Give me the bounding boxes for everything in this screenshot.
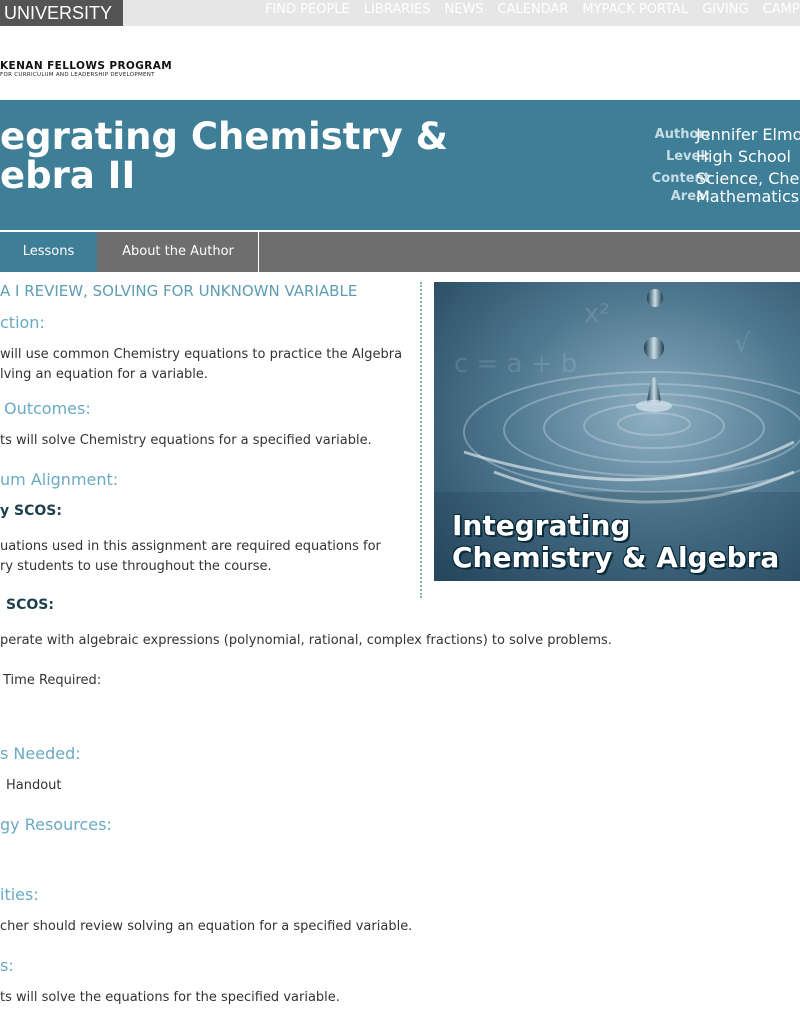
outcomes-text: ts will solve Chemistry equations for a … <box>0 433 372 448</box>
outcomes-heading: Outcomes: <box>4 399 91 418</box>
introduction-text-2: lving an equation for a variable. <box>0 367 209 382</box>
nav-campus[interactable]: CAMP <box>763 0 800 19</box>
activities-text: cher should review solving an equation f… <box>0 919 413 934</box>
logo-subtitle: FOR CURRICULUM AND LEADERSHIP DEVELOPMEN… <box>0 72 155 78</box>
image-caption-line1: Integrating <box>452 509 631 542</box>
time-required-label: Time Required: <box>3 673 102 688</box>
kenan-fellows-logo[interactable]: KENAN FELLOWS PROGRAM FOR CURRICULUM AND… <box>0 60 172 80</box>
nav-giving[interactable]: GIVING <box>702 0 748 19</box>
svg-text:c = a + b: c = a + b <box>454 349 577 379</box>
tab-about-the-author[interactable]: About the Author <box>98 232 259 272</box>
nav-mypack-portal[interactable]: MYPACK PORTAL <box>582 0 688 19</box>
nav-calendar[interactable]: CALENDAR <box>498 0 569 19</box>
nav-find-people[interactable]: FIND PEOPLE <box>265 0 350 19</box>
author-value: Jennifer Elmo <box>696 125 800 144</box>
image-caption-line2: Chemistry & Algebra <box>452 541 780 574</box>
lesson-image: c = a + b x² √ Integrating Chemistry & A… <box>434 282 800 581</box>
curriculum-header: egrating Chemistry & ebra II Author: Jen… <box>0 100 800 230</box>
section-text-last: ts will solve the equations for the spec… <box>0 990 340 1005</box>
page-title: egrating Chemistry & ebra II <box>0 117 520 195</box>
section-heading-last: s: <box>0 956 14 975</box>
svg-text:√: √ <box>734 329 751 359</box>
top-utility-bar: EUNIVERSITY FIND PEOPLE LIBRARIES NEWS CALE… <box>0 0 800 26</box>
top-navigation: FIND PEOPLE LIBRARIES NEWS CALENDAR MYPACK P… <box>265 0 800 26</box>
materials-text: Handout <box>6 778 62 793</box>
introduction-heading: ction: <box>0 313 45 332</box>
lesson-heading: A I REVIEW, SOLVING FOR UNKNOWN VARIABLE <box>0 282 358 300</box>
scos-text-1b: ry students to use throughout the course… <box>0 559 272 574</box>
activities-heading: ities: <box>0 885 39 904</box>
svg-text:x²: x² <box>584 299 610 329</box>
level-value: High School <box>696 147 791 166</box>
page-title-line1: egrating Chemistry & <box>0 115 448 158</box>
nav-news[interactable]: NEWS <box>445 0 484 19</box>
content-divider <box>420 282 422 598</box>
alignment-heading: um Alignment: <box>0 470 119 489</box>
materials-heading: s Needed: <box>0 744 81 763</box>
introduction-text-1: will use common Chemistry equations to p… <box>0 347 403 362</box>
scos-heading-2: SCOS: <box>6 597 54 613</box>
scos-text-2: perate with algebraic expressions (polyn… <box>0 633 612 648</box>
curriculum-menu: Lessons About the Author <box>0 232 800 272</box>
tab-lessons[interactable]: Lessons <box>0 232 97 272</box>
scos-text-1a: uations used in this assignment are requ… <box>0 539 381 554</box>
page-title-line2: ebra II <box>0 154 136 197</box>
image-caption: Integrating Chemistry & Algebra <box>452 510 779 574</box>
curriculum-meta: Author: Jennifer Elmo Level: High School… <box>600 125 800 209</box>
scos-heading-1: y SCOS: <box>0 503 62 519</box>
nav-libraries[interactable]: LIBRARIES <box>364 0 431 19</box>
brand-name: UNIVERSITY <box>3 3 112 23</box>
content-area-value: Science, Che <box>696 169 800 188</box>
content-area-value-2: Mathematics <box>696 187 800 206</box>
technology-heading: gy Resources: <box>0 815 112 834</box>
logo-title: KENAN FELLOWS PROGRAM <box>0 60 173 72</box>
university-brand[interactable]: EUNIVERSITY <box>0 0 123 26</box>
